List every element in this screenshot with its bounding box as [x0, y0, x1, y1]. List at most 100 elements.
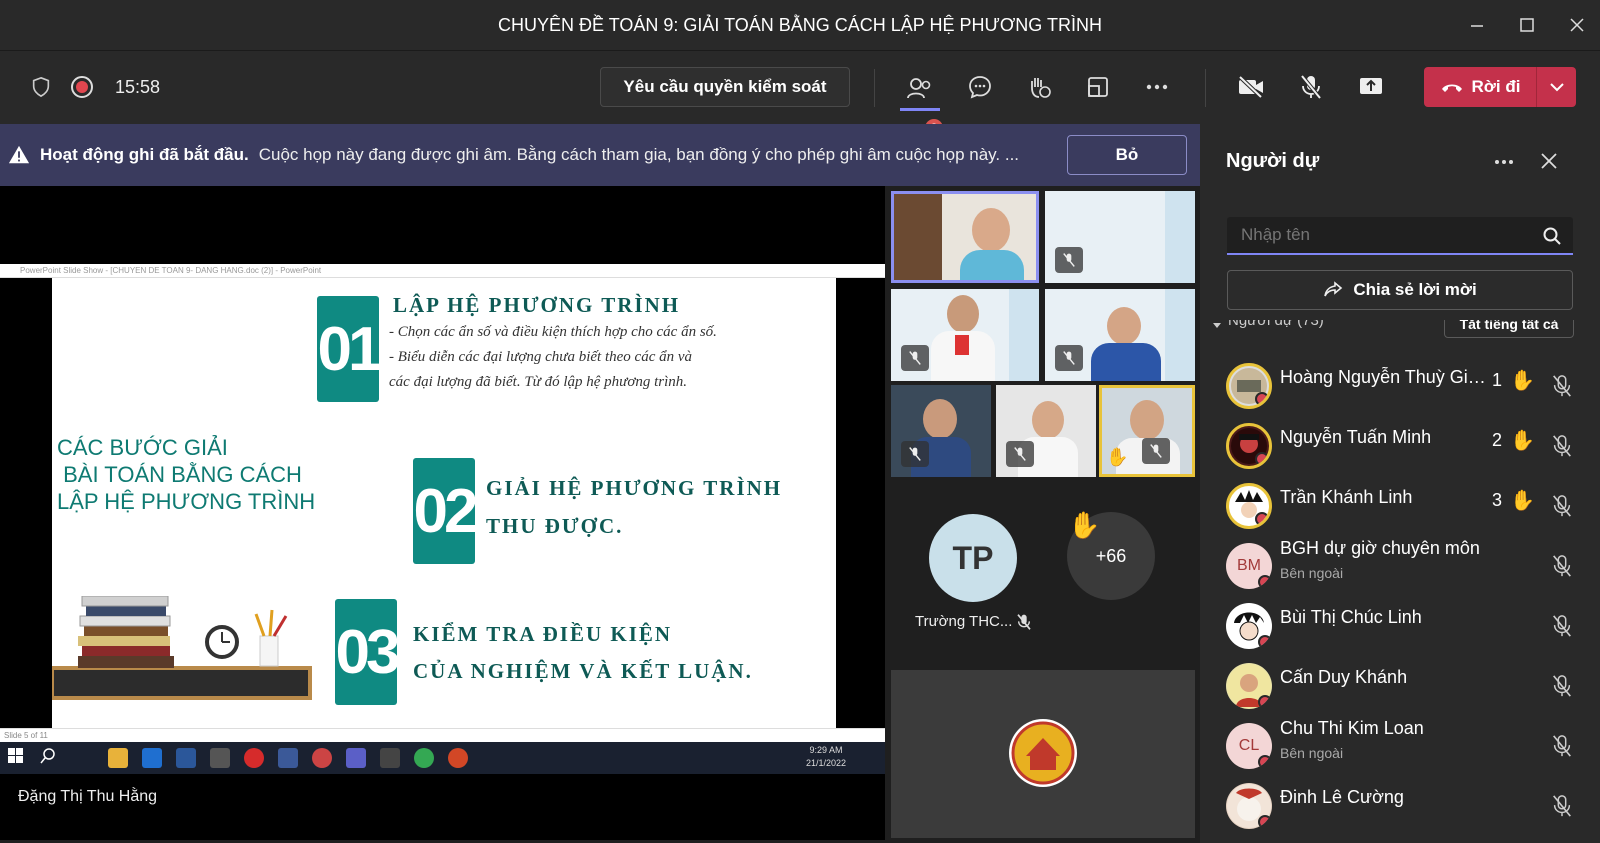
mic-off-icon [1142, 438, 1170, 464]
minimize-icon[interactable] [1462, 10, 1492, 40]
step-title-03-line2: CỦA NGHIỆM VÀ KẾT LUẬN. [413, 659, 753, 683]
video-tile[interactable] [1045, 191, 1195, 283]
meeting-timer: 15:58 [115, 77, 161, 97]
search-input[interactable] [1227, 217, 1527, 253]
taskbar-app-icon [210, 748, 230, 768]
status-dot [1258, 815, 1272, 829]
rooms-icon[interactable] [1078, 67, 1118, 107]
participant-face [1130, 400, 1164, 440]
raised-hand-icon: ✋ [1068, 510, 1101, 540]
participant-name: BGH dự giờ chuyên môn [1280, 538, 1480, 558]
participant-row[interactable]: Nguyễn Tuấn Minh 2 ✋ [1200, 418, 1600, 476]
video-tile[interactable] [891, 385, 991, 477]
mic-off-icon[interactable] [1550, 374, 1574, 398]
close-icon[interactable] [1562, 10, 1592, 40]
reactions-icon[interactable] [1019, 67, 1059, 107]
participant-face [1032, 401, 1064, 439]
bookshelf [894, 194, 942, 280]
red-scarf [955, 335, 969, 355]
banner-text: Cuộc họp này đang được ghi âm. Bằng cách… [258, 145, 1020, 164]
status-dot [1255, 392, 1269, 406]
facebook-icon [278, 748, 298, 768]
shared-screen: PowerPoint Slide Show - [CHUYEN DE TOAN … [0, 264, 885, 774]
participant-row[interactable]: BM BGH dự giờ chuyên môn Bên ngoài [1200, 538, 1600, 596]
maximize-icon[interactable] [1512, 10, 1542, 40]
title-bar: CHUYÊN ĐỀ TOÁN 9: GIẢI TOÁN BẰNG CÁCH LẬ… [0, 0, 1600, 50]
leave-main[interactable]: Rời đi [1424, 67, 1536, 107]
share-icon [1324, 281, 1343, 297]
more-options-icon[interactable] [1137, 67, 1177, 107]
participant-row[interactable]: CL Chu Thi Kim Loan Bên ngoài [1200, 718, 1600, 776]
slide-heading-line: CÁC BƯỚC GIẢI [57, 435, 228, 460]
video-tile-speaking[interactable]: ✋ [1099, 385, 1195, 477]
avatar [1226, 783, 1272, 829]
mic-off-icon[interactable] [1550, 494, 1574, 518]
participant-row[interactable]: Hoàng Nguyễn Thuỳ Gia... 1 ✋ [1200, 358, 1600, 416]
camera-off-icon[interactable] [1231, 67, 1271, 107]
video-tile[interactable] [1045, 289, 1195, 381]
shield-icon[interactable] [21, 67, 61, 107]
request-control-button[interactable]: Yêu cầu quyền kiểm soát [600, 67, 850, 107]
avatar-tp[interactable]: TP [929, 514, 1017, 602]
dismiss-button[interactable]: Bỏ [1067, 135, 1187, 175]
mic-off-icon[interactable] [1550, 434, 1574, 458]
avatar: CL [1226, 723, 1272, 769]
video-tile[interactable] [996, 385, 1096, 477]
close-panel-icon[interactable] [1540, 152, 1564, 176]
participant-name: Đinh Lê Cường [1280, 787, 1404, 807]
share-screen-icon[interactable] [1351, 67, 1391, 107]
hand-order: 1 [1492, 370, 1503, 390]
mute-all-button[interactable]: Tắt tiếng tất cả [1444, 320, 1574, 338]
slide-heading-line: BÀI TOÁN BẰNG CÁCH [57, 462, 302, 487]
powerpoint-icon [448, 748, 468, 768]
participant-row[interactable]: Trần Khánh Linh 3 ✋ [1200, 478, 1600, 536]
opera-icon [244, 748, 264, 768]
status-dot [1258, 575, 1272, 589]
mic-off-icon[interactable] [1291, 67, 1331, 107]
mic-off-icon [901, 345, 929, 371]
background-poster [1165, 289, 1195, 381]
participant-row[interactable]: Đinh Lê Cường [1200, 778, 1600, 836]
participants-panel: Người dự Chia sẻ lời mời Người dự (73) T… [1200, 124, 1600, 843]
chevron-down-icon[interactable] [1536, 67, 1576, 107]
raised-hand-icon: ✋ [1510, 430, 1535, 452]
mic-off-icon[interactable] [1550, 674, 1574, 698]
chevron-down-icon[interactable] [1212, 322, 1222, 330]
main-stage: PowerPoint Slide Show - [CHUYEN DE TOAN … [0, 186, 885, 840]
video-tile[interactable] [891, 191, 1039, 283]
mic-off-icon [1055, 247, 1083, 273]
mic-off-icon[interactable] [1550, 554, 1574, 578]
leave-button[interactable]: Rời đi [1424, 67, 1576, 107]
tp-name: Trường THC... [915, 613, 1013, 630]
background-poster [1165, 191, 1195, 283]
share-invite-button[interactable]: Chia sẻ lời mời [1227, 270, 1573, 310]
participant-row[interactable]: Cấn Duy Khánh [1200, 658, 1600, 716]
file-explorer-icon [108, 748, 128, 768]
avatar [1226, 663, 1272, 709]
video-tile[interactable] [891, 289, 1039, 381]
search-icon[interactable] [1543, 227, 1561, 245]
search-field [1227, 217, 1573, 255]
chat-icon[interactable] [960, 67, 1000, 107]
banner-bold-text: Hoạt động ghi đã bắt đầu. [40, 145, 249, 164]
slide-counter: Slide 5 of 11 [4, 731, 48, 740]
participants-icon[interactable] [900, 67, 940, 111]
presenter-name: Đặng Thị Thu Hằng [18, 788, 158, 805]
raised-hand-icon: ✋ [1510, 370, 1535, 392]
step-number-01: 01 [317, 296, 382, 402]
recording-banner: Hoạt động ghi đã bắt đầu. Cuộc họp này đ… [0, 124, 1200, 186]
participant-row[interactable]: Bùi Thị Chúc Linh [1200, 598, 1600, 656]
avatar-initials: CL [1238, 737, 1260, 754]
participant-name: Cấn Duy Khánh [1280, 667, 1408, 687]
more-options-icon[interactable] [1494, 152, 1518, 176]
mic-off-icon[interactable] [1550, 734, 1574, 758]
content-tile[interactable] [891, 670, 1195, 838]
mic-off-icon[interactable] [1550, 614, 1574, 638]
chrome-icon [414, 748, 434, 768]
mic-off-icon[interactable] [1550, 794, 1574, 818]
avatar [1226, 483, 1272, 529]
taskbar-app-icon [142, 748, 162, 768]
background-poster [1009, 289, 1039, 381]
participant-face [972, 208, 1010, 252]
hand-order: 2 [1492, 430, 1503, 450]
